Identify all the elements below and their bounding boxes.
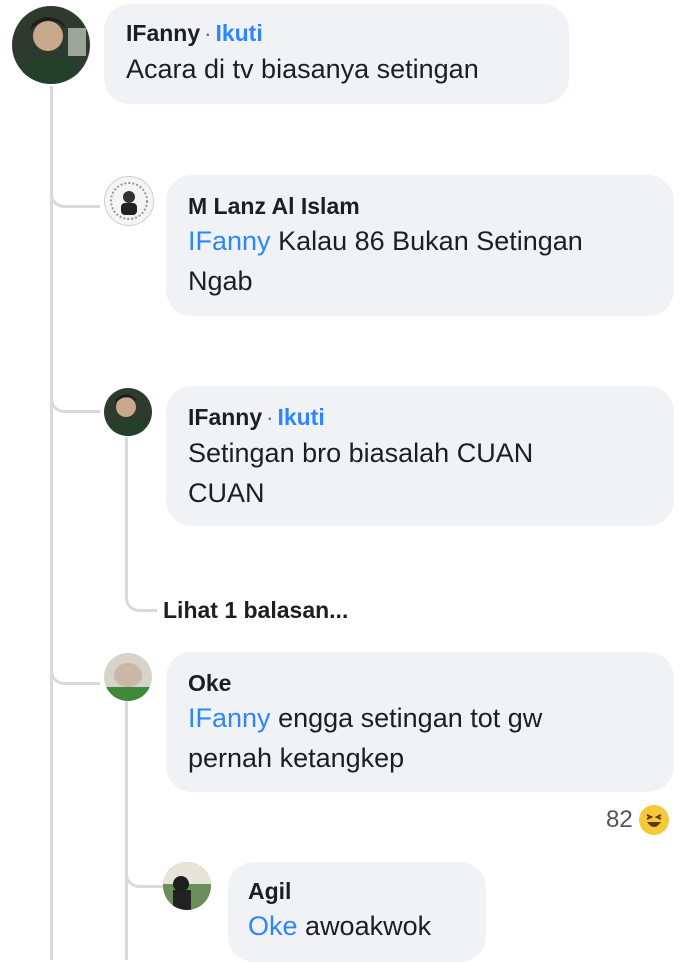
- thread-line-reply: [125, 437, 128, 587]
- thread-line-reply: [125, 700, 128, 960]
- follow-button[interactable]: Ikuti: [277, 404, 324, 430]
- comment-bubble: Agil Oke awoakwok: [228, 862, 486, 962]
- thread-line-main: [50, 86, 53, 960]
- comment-text: Acara di tv biasanya setingan: [126, 54, 479, 84]
- avatar[interactable]: [12, 6, 90, 84]
- mention-link[interactable]: IFanny: [188, 703, 271, 733]
- separator-dot: ·: [266, 405, 274, 430]
- reply-connector: [50, 160, 100, 208]
- reaction-summary[interactable]: 82: [606, 805, 669, 835]
- mention-link[interactable]: Oke: [248, 911, 298, 941]
- reaction-count: 82: [606, 806, 633, 833]
- comment-text: awoakwok: [305, 911, 432, 941]
- comment-author[interactable]: Agil: [248, 876, 466, 906]
- reply-connector: [50, 365, 100, 413]
- avatar[interactable]: [163, 862, 211, 910]
- mention-link[interactable]: IFanny: [188, 226, 271, 256]
- reply-connector: [125, 840, 165, 888]
- comment-author[interactable]: Oke: [188, 668, 652, 698]
- comment-text: Setingan bro biasalah CUAN CUAN: [188, 438, 534, 508]
- avatar[interactable]: [104, 653, 152, 701]
- follow-button[interactable]: Ikuti: [215, 20, 262, 46]
- reply-connector: [50, 637, 100, 685]
- comment-bubble: IFanny · Ikuti Setingan bro biasalah CUAN …: [166, 386, 674, 526]
- comment-bubble: IFanny · Ikuti Acara di tv biasanya seting…: [104, 4, 569, 104]
- separator-dot: ·: [204, 21, 212, 46]
- haha-emoji-icon: [638, 805, 669, 835]
- comment-author[interactable]: IFanny: [188, 404, 262, 430]
- comment-bubble: Oke IFanny engga setingan tot gw pernah …: [166, 652, 674, 792]
- avatar[interactable]: [104, 388, 152, 436]
- comment-author[interactable]: IFanny: [126, 20, 200, 46]
- avatar[interactable]: [104, 176, 154, 226]
- reply-connector: [125, 570, 157, 612]
- view-replies-link[interactable]: Lihat 1 balasan...: [163, 597, 348, 624]
- comment-author[interactable]: M Lanz Al Islam: [188, 191, 652, 221]
- comment-bubble: M Lanz Al Islam IFanny Kalau 86 Bukan Se…: [166, 175, 674, 316]
